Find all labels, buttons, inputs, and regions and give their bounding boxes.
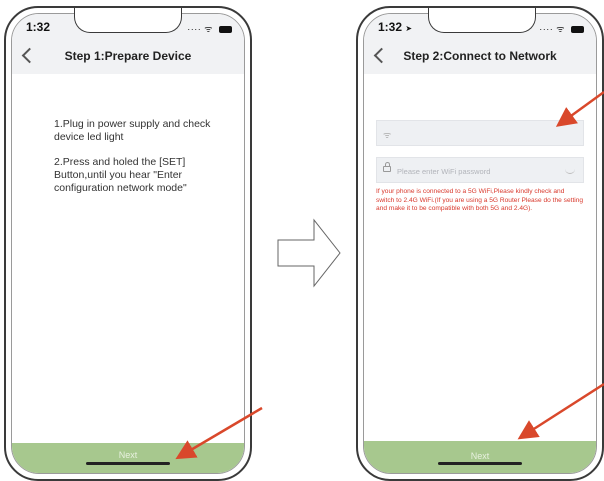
hide-password-icon[interactable] — [565, 168, 575, 174]
wifi-icon: ᯤ — [383, 130, 392, 140]
instruction-step-1: 1.Plug in power supply and check device … — [54, 118, 211, 143]
5g-warning-text: If your phone is connected to a 5G WiFi,… — [376, 188, 584, 213]
next-button[interactable]: Next — [364, 441, 596, 473]
phone-right: 1:32 ➤ ···· ᯤ Step 2:Connect to Network … — [356, 6, 604, 481]
page-title: Step 1:Prepare Device — [64, 49, 192, 63]
home-indicator — [438, 462, 522, 465]
status-icons: ···· ᯤ — [539, 22, 584, 35]
phone-notch — [74, 8, 182, 33]
status-time-text: 1:32 — [378, 20, 403, 34]
wifi-status-icon: ᯤ — [556, 24, 565, 34]
phone-notch — [428, 8, 536, 33]
screen-connect-network: 1:32 ➤ ···· ᯤ Step 2:Connect to Network … — [363, 13, 597, 474]
status-time: 1:32 — [26, 20, 51, 34]
phone-left: 1:32 ···· ᯤ Step 1:Prepare Device 1.Plug… — [4, 6, 252, 481]
battery-icon — [571, 26, 584, 34]
transition-arrow-icon — [277, 218, 341, 288]
instructions-list: 1.Plug in power supply and check device … — [54, 118, 230, 207]
next-button[interactable]: Next — [12, 443, 244, 473]
navigation-bar: Step 2:Connect to Network — [364, 40, 596, 74]
wifi-status-icon: ᯤ — [204, 24, 213, 34]
lock-icon — [383, 162, 391, 172]
status-icons: ···· ᯤ — [187, 22, 232, 35]
signal-icon: ···· — [187, 24, 202, 34]
password-input[interactable] — [397, 164, 557, 178]
instruction-step-2: 2.Press and holed the [SET] Button,until… — [54, 156, 187, 194]
wifi-network-field[interactable]: ᯤ — [376, 120, 584, 146]
signal-icon: ···· — [539, 24, 554, 34]
page-title: Step 2:Connect to Network — [403, 49, 557, 63]
screen-prepare-device: 1:32 ···· ᯤ Step 1:Prepare Device 1.Plug… — [11, 13, 245, 474]
home-indicator — [86, 462, 170, 465]
battery-icon — [219, 26, 232, 34]
navigation-bar: Step 1:Prepare Device — [12, 40, 244, 74]
status-time: 1:32 ➤ — [378, 20, 412, 34]
wifi-password-field[interactable] — [376, 157, 584, 183]
location-arrow-icon: ➤ — [405, 24, 413, 33]
